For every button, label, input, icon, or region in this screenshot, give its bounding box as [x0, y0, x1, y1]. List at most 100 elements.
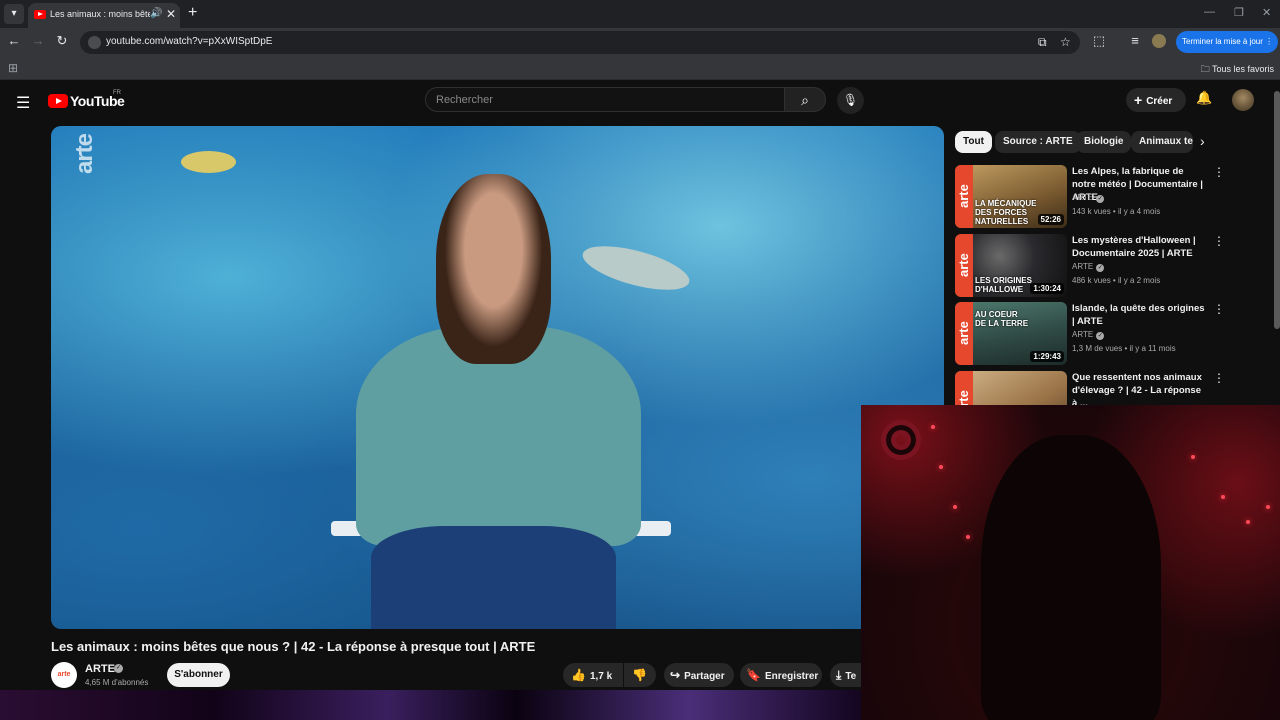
download-button[interactable]: ⤓ Te	[830, 663, 861, 687]
more-options-icon[interactable]: ⋮	[1213, 371, 1225, 385]
recommendation-channel[interactable]: ARTE ✓	[1072, 262, 1105, 272]
verified-check-icon: ✓	[1096, 264, 1105, 272]
view-count: 1,3 M de vues	[1072, 344, 1123, 353]
save-button[interactable]: 🔖 Enregistrer	[740, 663, 822, 687]
recommendation-channel[interactable]: ARTE ✓	[1072, 193, 1105, 203]
recommendation-meta: 143 k vues • il y a 4 mois	[1072, 207, 1161, 216]
tab-search-icon[interactable]: ▾	[4, 4, 24, 24]
thumbnail[interactable]: arte LA MÉCANIQUE DES FORCES NATURELLES 52…	[955, 165, 1067, 228]
fairy-light	[1266, 505, 1270, 509]
verified-check-icon: ✓	[1096, 195, 1105, 203]
recommendation-meta: 1,3 M de vues • il y a 11 mois	[1072, 344, 1176, 353]
chip-animaux[interactable]: Animaux te	[1131, 131, 1193, 153]
subscribe-button[interactable]: S'abonner	[167, 663, 230, 687]
view-count: 143 k vues	[1072, 207, 1111, 216]
voice-search-button[interactable]: 🎙	[837, 87, 864, 114]
create-button[interactable]: + Créer	[1126, 88, 1186, 112]
download-label: Te	[845, 671, 857, 682]
bookmarks-bar: ⊞ 🗀 Tous les favoris	[0, 56, 1280, 80]
subscriber-count: 4,65 M d'abonnés	[85, 678, 149, 687]
browser-toolbar: ← → ↻ youtube.com/watch?v=pXxWISptDpE ⧉ …	[0, 28, 1280, 56]
thumbnail[interactable]: arte AU COEUR DE LA TERRE 1:29:43	[955, 302, 1067, 365]
chevron-right-icon[interactable]: ›	[1200, 133, 1205, 149]
window-close-icon[interactable]: ✕	[1262, 6, 1271, 19]
menu-icon[interactable]: ☰	[16, 93, 30, 113]
search-button[interactable]: ⌕	[784, 87, 826, 112]
thumbs-up-icon: 👍	[571, 668, 586, 682]
install-app-icon[interactable]: ⧉	[1038, 35, 1047, 50]
chip-source-arte[interactable]: Source : ARTE	[995, 131, 1081, 153]
bookmark-star-icon[interactable]: ☆	[1060, 35, 1071, 49]
view-count: 486 k vues	[1072, 276, 1111, 285]
share-icon: ↪	[670, 668, 681, 682]
recommendation-item[interactable]: arte LES ORIGINES D'HALLOWE 1:30:24 Les m…	[955, 234, 1265, 300]
search-input[interactable]: Rechercher	[425, 87, 785, 112]
update-button[interactable]: Terminer la mise à jour ⋮	[1176, 31, 1278, 53]
more-options-icon[interactable]: ⋮	[1213, 234, 1225, 248]
forward-icon[interactable]: →	[29, 33, 47, 48]
recommendation-title[interactable]: Islande, la quête des origines | ARTE	[1072, 302, 1207, 328]
tab-title: Les animaux : moins bêtes que nous ? | 4…	[50, 9, 150, 19]
streamer-silhouette	[981, 435, 1161, 720]
site-info-icon[interactable]	[88, 36, 101, 49]
recommendation-title[interactable]: Les mystères d'Halloween | Documentaire …	[1072, 234, 1207, 260]
logo-region: FR	[113, 90, 121, 96]
more-options-icon[interactable]: ⋮	[1213, 302, 1225, 316]
duration-badge: 52:26	[1037, 214, 1064, 225]
fish-silver	[578, 237, 694, 299]
like-count: 1,7 k	[589, 671, 613, 682]
video-player[interactable]: arte	[51, 126, 944, 629]
search-placeholder: Rechercher	[436, 94, 493, 106]
all-bookmarks[interactable]: 🗀 Tous les favoris	[1201, 62, 1274, 78]
more-options-icon[interactable]: ⋮	[1213, 165, 1225, 179]
verified-check-icon: ✓	[114, 664, 123, 673]
presenter-legs	[371, 526, 616, 629]
audio-playing-icon[interactable]: 🔊	[150, 8, 162, 19]
maximize-icon[interactable]: ❐	[1234, 6, 1244, 19]
overlay-line: LA MÉCANIQUE	[975, 199, 1037, 208]
thumbnail-text: LA MÉCANIQUE DES FORCES NATURELLES	[975, 199, 1036, 226]
notifications-bell-icon[interactable]: 🔔	[1196, 90, 1212, 106]
video-title: Les animaux : moins bêtes que nous ? | 4…	[51, 639, 536, 654]
bookmark-icon: 🔖	[746, 668, 761, 682]
youtube-play-icon	[48, 94, 68, 108]
apps-grid-icon[interactable]: ⊞	[8, 61, 18, 75]
page-scrollbar[interactable]	[1274, 91, 1280, 329]
thumbnail[interactable]: arte LES ORIGINES D'HALLOWE 1:30:24	[955, 234, 1067, 297]
arte-strip: arte	[955, 302, 973, 365]
recommendation-channel[interactable]: ARTE ✓	[1072, 330, 1105, 340]
channel-avatar[interactable]: arte	[51, 662, 77, 688]
overlay-line: DE LA TERRE	[975, 319, 1029, 328]
upload-age: il y a 4 mois	[1117, 207, 1161, 216]
address-bar[interactable]: youtube.com/watch?v=pXxWISptDpE ⧉ ☆	[80, 31, 1080, 54]
recommendation-item[interactable]: arte AU COEUR DE LA TERRE 1:29:43 Islande…	[955, 302, 1265, 368]
update-label: Terminer la mise à jour	[1182, 37, 1263, 46]
media-controls-icon[interactable]: ≡	[1126, 33, 1144, 48]
overlay-line: LES ORIGINES	[975, 276, 1032, 285]
avatar[interactable]	[1232, 89, 1254, 111]
profile-icon[interactable]	[1152, 34, 1166, 48]
fairy-light	[931, 425, 935, 429]
extensions-icon[interactable]: ⬚	[1090, 33, 1108, 49]
swirl-decoration	[881, 420, 921, 460]
recommendation-item[interactable]: arte LA MÉCANIQUE DES FORCES NATURELLES 52…	[955, 165, 1265, 231]
share-button[interactable]: ↪ Partager	[664, 663, 734, 687]
reload-icon[interactable]: ↻	[53, 33, 71, 49]
minimize-icon[interactable]: —	[1204, 6, 1215, 18]
browser-tab[interactable]: Les animaux : moins bêtes que nous ? | 4…	[28, 3, 180, 28]
back-icon[interactable]: ←	[5, 33, 23, 48]
like-button[interactable]: 👍 1,7 k	[563, 663, 623, 687]
arte-strip: arte	[955, 234, 973, 297]
url-text[interactable]: youtube.com/watch?v=pXxWISptDpE	[106, 36, 272, 47]
youtube-favicon-icon	[34, 10, 46, 19]
new-tab-icon[interactable]: +	[188, 4, 197, 22]
fairy-light	[939, 465, 943, 469]
dislike-button[interactable]: 👎	[624, 663, 656, 687]
channel-name[interactable]: ARTE	[85, 663, 115, 675]
fish-yellow	[181, 151, 236, 173]
chip-biologie[interactable]: Biologie	[1076, 131, 1132, 153]
arte-strip: arte	[955, 165, 973, 228]
chip-all[interactable]: Tout	[955, 131, 992, 153]
tab-close-icon[interactable]: ✕	[166, 7, 176, 21]
all-bookmarks-label: Tous les favoris	[1211, 64, 1274, 74]
